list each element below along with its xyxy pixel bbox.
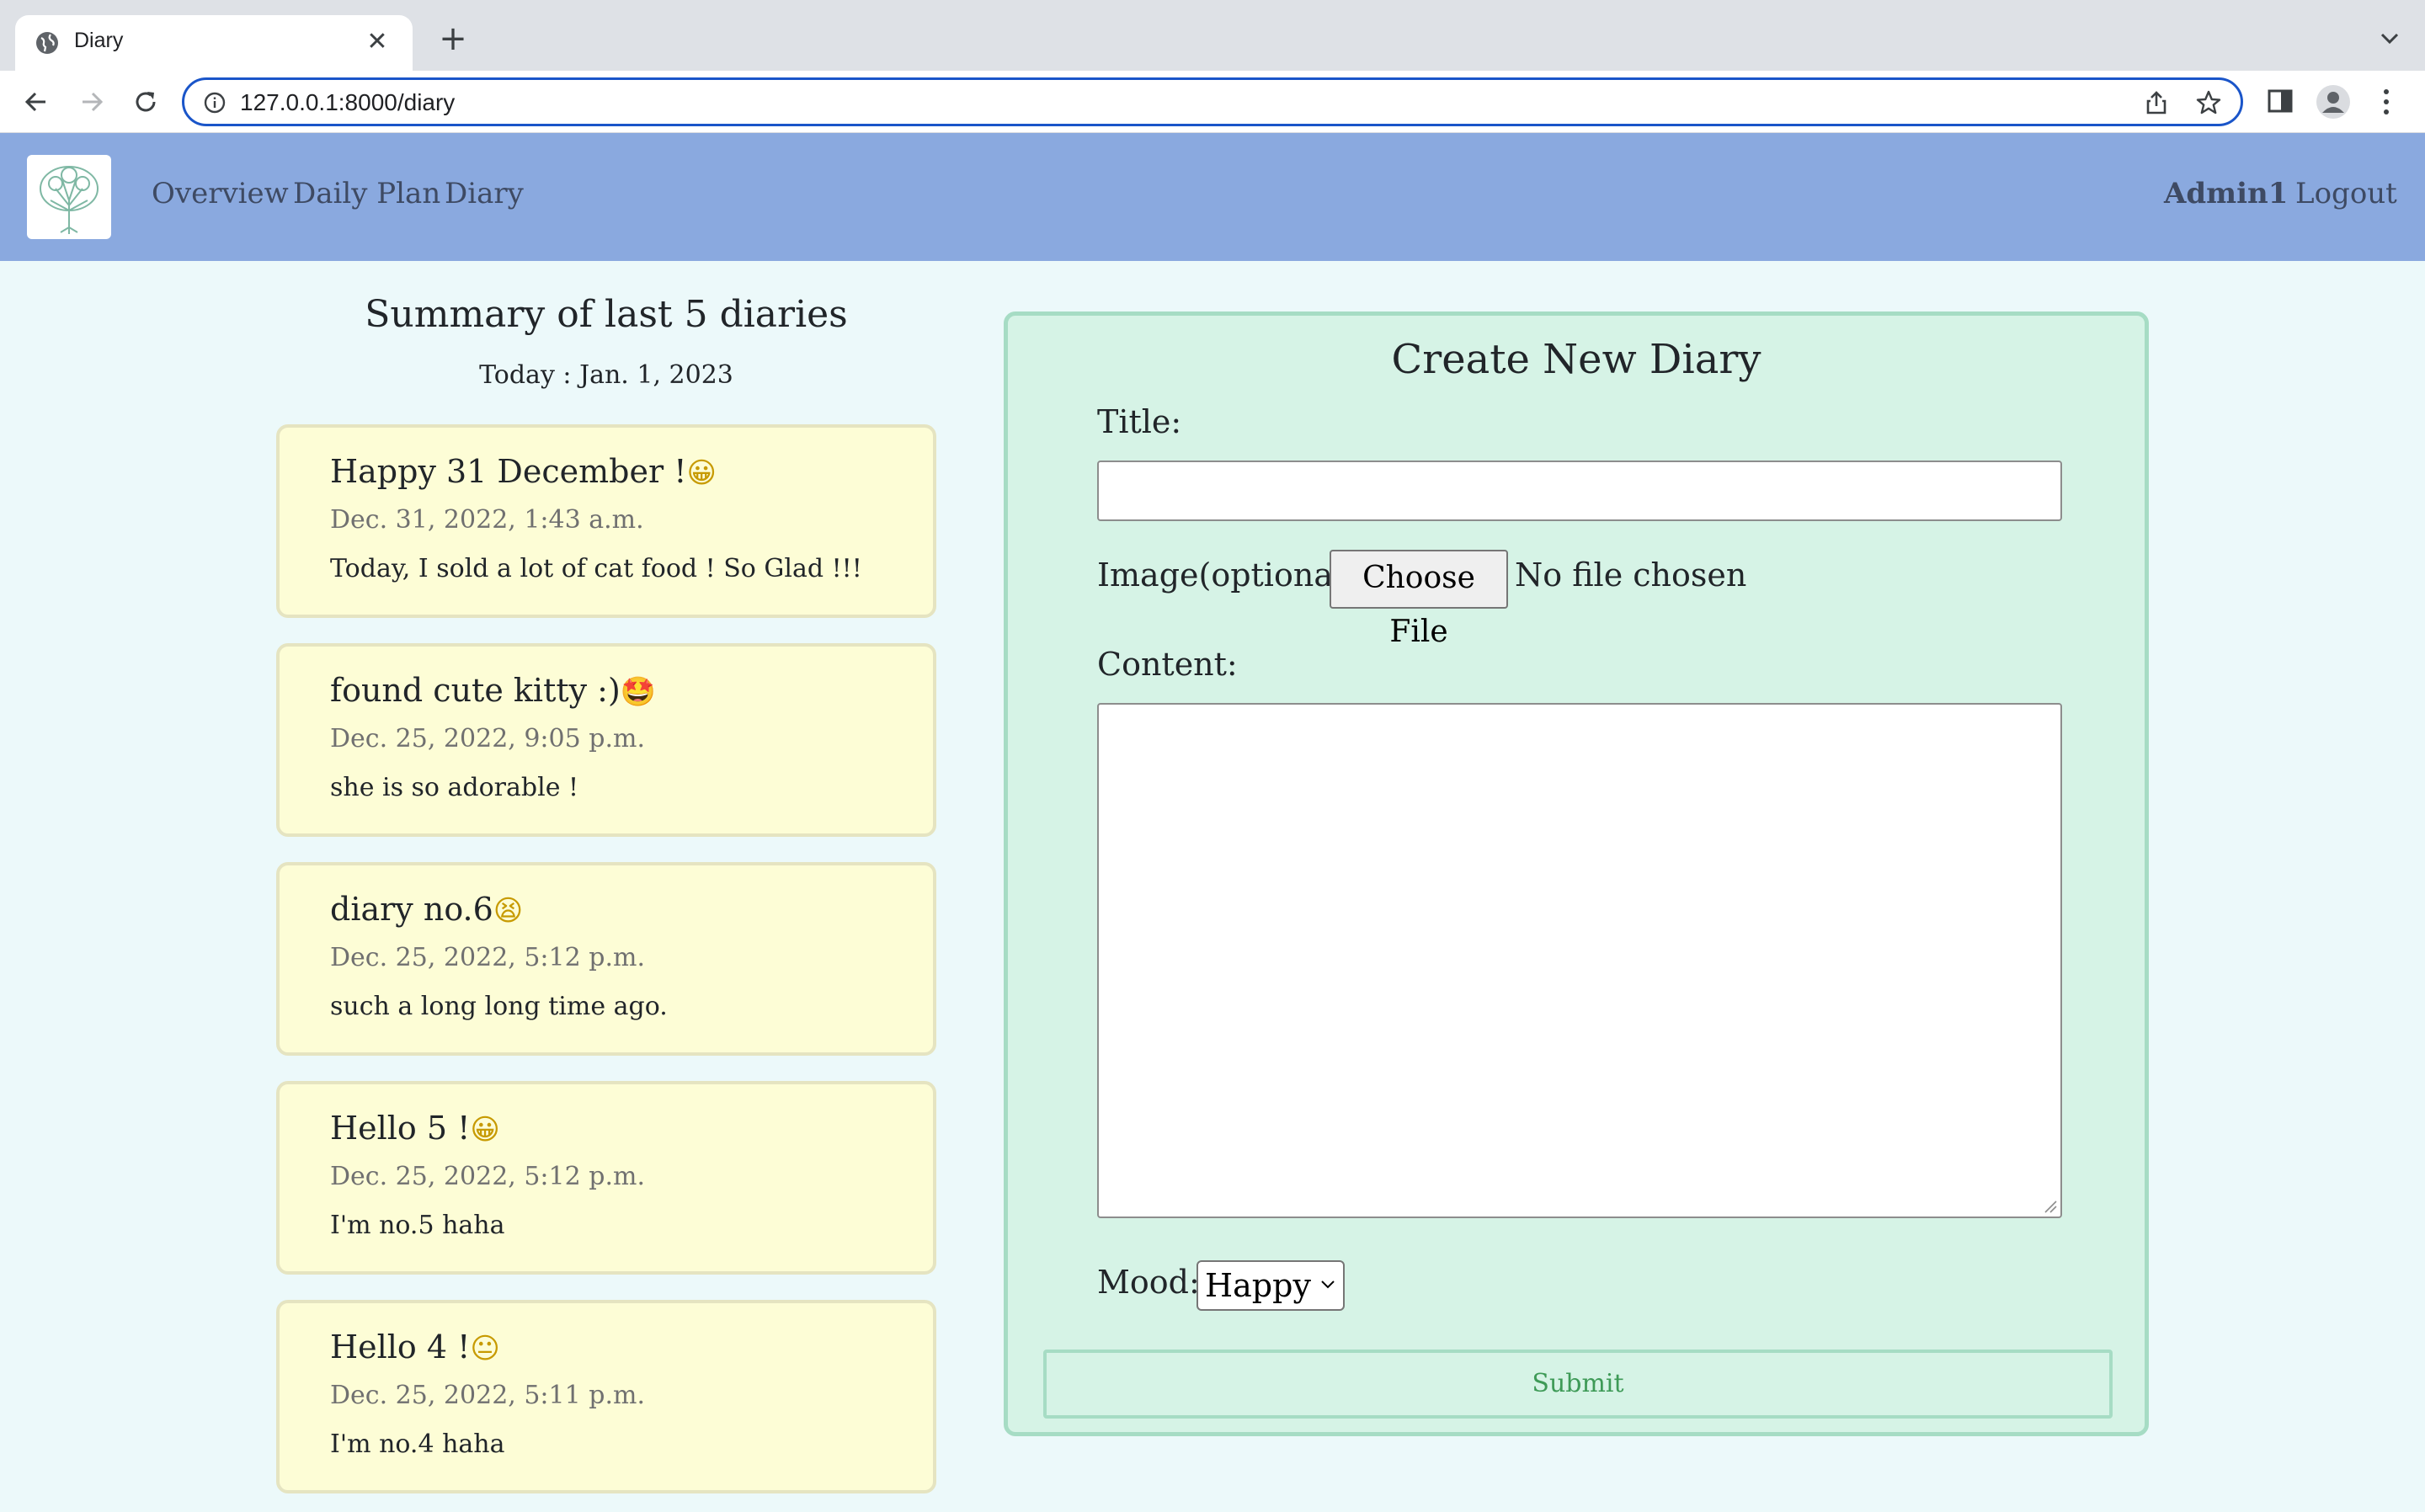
diary-card[interactable]: Hello 4 !😐 Dec. 25, 2022, 5:11 p.m. I'm … <box>276 1300 936 1493</box>
tab-title: Diary <box>74 29 124 52</box>
diary-title-text: Hello 4 ! <box>330 1328 471 1366</box>
summary-heading: Summary of last 5 diaries <box>365 293 848 336</box>
share-icon[interactable] <box>2143 89 2170 116</box>
logo[interactable] <box>27 155 111 239</box>
browser-tab[interactable]: Diary ✕ <box>15 15 413 71</box>
mood-emoji-icon: 😐 <box>470 1332 500 1366</box>
content-textarea[interactable] <box>1097 703 2062 1218</box>
url-text[interactable]: 127.0.0.1:8000/diary <box>240 89 455 116</box>
nav-user-link[interactable]: Admin1 <box>2164 177 2288 210</box>
site-navbar: Overview Daily Plan Diary Admin1 Logout <box>0 133 2425 261</box>
diary-card-text: she is so adorable ! <box>330 773 579 802</box>
resize-grip-icon[interactable] <box>2042 1198 2057 1213</box>
diary-card-date: Dec. 31, 2022, 1:43 a.m. <box>330 505 644 535</box>
diary-card-text: Today, I sold a lot of cat food ! So Gla… <box>330 554 862 583</box>
mood-emoji-icon: 😀 <box>686 456 717 490</box>
close-tab-icon[interactable]: ✕ <box>362 27 392 57</box>
diary-card-title: Hello 4 !😐 <box>330 1328 500 1366</box>
create-diary-form: Create New Diary Title: Image(optional):… <box>1004 311 2149 1436</box>
profile-avatar-icon[interactable] <box>2316 84 2351 120</box>
globe-icon <box>36 32 58 54</box>
info-icon[interactable] <box>203 91 227 114</box>
forward-arrow-icon[interactable] <box>76 86 108 118</box>
title-input[interactable] <box>1097 461 2062 521</box>
diary-card-text: such a long long time ago. <box>330 992 668 1021</box>
diary-card-title: Happy 31 December !😀 <box>330 453 717 490</box>
tree-icon <box>40 166 99 234</box>
diary-card-text: I'm no.4 haha <box>330 1429 505 1459</box>
bookmark-star-icon[interactable] <box>2195 89 2222 116</box>
diary-card-text: I'm no.5 haha <box>330 1211 505 1240</box>
diary-card[interactable]: found cute kitty :)🤩 Dec. 25, 2022, 9:05… <box>276 643 936 837</box>
nav-logout-link[interactable]: Logout <box>2295 177 2397 210</box>
diary-title-text: found cute kitty :) <box>330 672 621 709</box>
chevron-down-icon <box>1321 1280 1335 1289</box>
nav-daily-plan-link[interactable]: Daily Plan <box>293 177 440 210</box>
new-tab-button[interactable]: + <box>436 22 470 56</box>
mood-emoji-icon: 😫 <box>493 894 524 928</box>
more-menu-icon[interactable] <box>2376 84 2396 120</box>
diary-card[interactable]: diary no.6😫 Dec. 25, 2022, 5:12 p.m. suc… <box>276 862 936 1056</box>
nav-overview-link[interactable]: Overview <box>152 177 289 210</box>
diary-card[interactable]: Hello 5 !😀 Dec. 25, 2022, 5:12 p.m. I'm … <box>276 1081 936 1275</box>
diary-card-date: Dec. 25, 2022, 5:12 p.m. <box>330 943 645 972</box>
choose-file-button[interactable]: Choose File <box>1330 550 1508 649</box>
diary-card-title: diary no.6😫 <box>330 891 523 928</box>
diary-title-text: Happy 31 December ! <box>330 453 687 490</box>
side-panel-icon[interactable] <box>2265 86 2295 116</box>
diary-card-date: Dec. 25, 2022, 9:05 p.m. <box>330 724 645 753</box>
diary-card[interactable]: Happy 31 December !😀 Dec. 31, 2022, 1:43… <box>276 424 936 618</box>
title-label: Title: <box>1097 403 1182 440</box>
image-label: Image(optional): <box>1097 556 1367 594</box>
mood-select[interactable]: Happy <box>1197 1260 1345 1311</box>
browser-toolbar: 127.0.0.1:8000/diary <box>0 71 2425 133</box>
mood-label: Mood: <box>1097 1264 1200 1301</box>
nav-diary-link[interactable]: Diary <box>445 177 524 210</box>
content-label: Content: <box>1097 646 1238 683</box>
diary-card-date: Dec. 25, 2022, 5:11 p.m. <box>330 1381 645 1410</box>
back-arrow-icon[interactable] <box>20 86 52 118</box>
diary-title-text: Hello 5 ! <box>330 1110 471 1147</box>
mood-selected-value: Happy <box>1205 1267 1311 1304</box>
address-bar[interactable]: 127.0.0.1:8000/diary <box>182 77 2243 126</box>
file-status-text: No file chosen <box>1515 556 1747 594</box>
diary-card-date: Dec. 25, 2022, 5:12 p.m. <box>330 1162 645 1191</box>
diary-title-text: diary no.6 <box>330 891 493 928</box>
browser-tab-strip: Diary ✕ + <box>0 0 2425 71</box>
form-heading: Create New Diary <box>1391 336 1761 383</box>
chevron-down-icon[interactable] <box>2376 25 2403 52</box>
submit-button[interactable]: Submit <box>1043 1350 2113 1419</box>
diary-card-title: Hello 5 !😀 <box>330 1110 500 1147</box>
mood-emoji-icon: 🤩 <box>620 675 657 709</box>
diary-card-title: found cute kitty :)🤩 <box>330 672 656 709</box>
reload-icon[interactable] <box>130 86 162 118</box>
mood-emoji-icon: 😀 <box>470 1113 500 1147</box>
today-date: Today : Jan. 1, 2023 <box>479 360 733 390</box>
